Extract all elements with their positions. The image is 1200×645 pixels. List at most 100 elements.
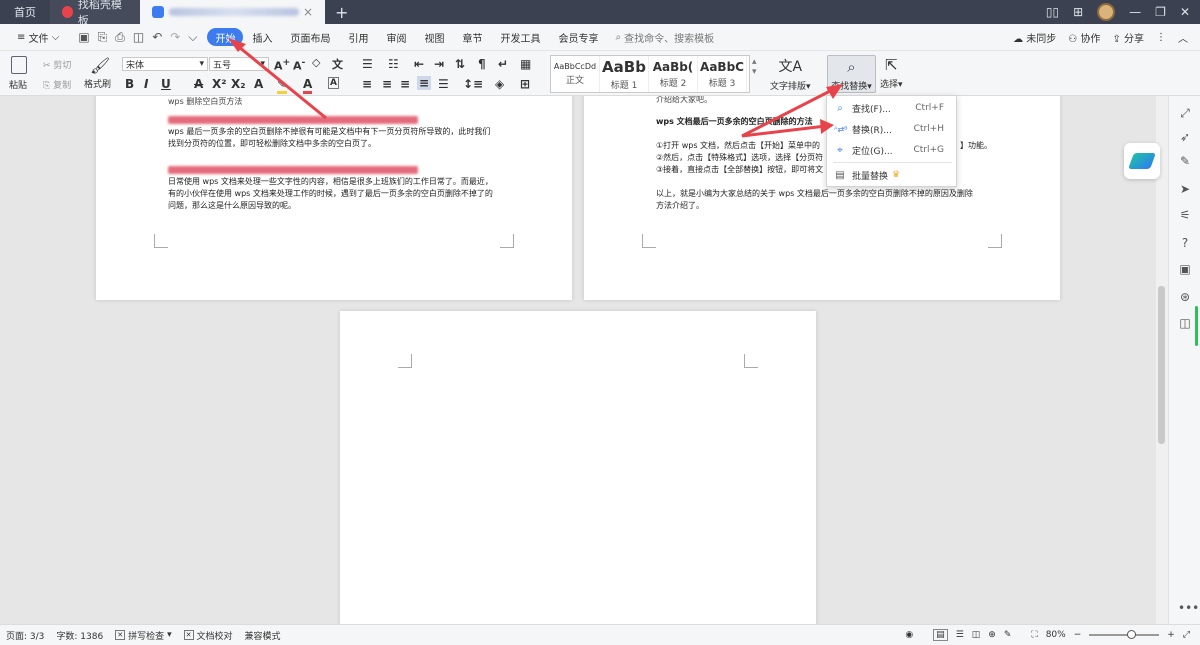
zoom-slider-knob[interactable]: [1127, 630, 1137, 639]
layout-icon[interactable]: ▯▯: [1046, 5, 1059, 19]
align-left-icon[interactable]: ≡: [362, 77, 372, 91]
book-icon[interactable]: ◫: [1178, 316, 1192, 330]
word-count[interactable]: 字数: 1386: [50, 629, 109, 642]
shading-icon[interactable]: ◈: [495, 77, 504, 91]
eye-protection-icon[interactable]: ◉: [905, 630, 913, 640]
underline-icon[interactable]: U: [161, 77, 171, 91]
fit-page-icon[interactable]: ⛶: [1031, 630, 1037, 640]
menu-item-batch-replace[interactable]: ▤ 批量替换 ♛: [827, 165, 958, 185]
print-icon[interactable]: ⎙: [115, 30, 125, 45]
save-icon[interactable]: ▣: [78, 30, 89, 45]
text-layout-button[interactable]: 文A 文字排版▾: [770, 56, 811, 92]
settings-sliders-icon[interactable]: ⚟: [1178, 208, 1192, 222]
tab-review[interactable]: 审阅: [377, 28, 415, 46]
paste-button[interactable]: 粘贴: [9, 56, 27, 91]
styles-scroll[interactable]: ▴ ▾: [752, 57, 757, 77]
bullet-list-icon[interactable]: ☰: [362, 57, 373, 71]
style-heading-1[interactable]: AaBb 标题 1: [600, 56, 649, 92]
clear-format-icon[interactable]: ◇: [312, 56, 320, 69]
char-border-icon[interactable]: A: [328, 77, 339, 89]
tab-section[interactable]: 章节: [453, 28, 491, 46]
bold-icon[interactable]: B: [125, 77, 134, 91]
rocket-icon[interactable]: ➶: [1178, 130, 1192, 144]
outline-view-icon[interactable]: ☰: [956, 630, 964, 640]
restore-icon[interactable]: ❐: [1155, 5, 1166, 19]
phonetic-icon[interactable]: 文: [332, 56, 343, 72]
style-normal[interactable]: AaBbCcDd 正文: [551, 56, 600, 92]
edit-icon[interactable]: ✎: [1178, 154, 1192, 168]
collaborate-button[interactable]: ⚇ 协作: [1068, 30, 1100, 45]
command-search[interactable]: ⌕ 查找命令、搜索模板: [615, 30, 714, 45]
collapse-ribbon-icon[interactable]: ︿: [1178, 30, 1188, 45]
italic-icon[interactable]: I: [144, 77, 148, 91]
page-indicator[interactable]: 页面: 3/3: [0, 629, 50, 642]
more-icon[interactable]: ⋮: [1156, 32, 1166, 43]
image-edit-icon[interactable]: ▣: [1178, 262, 1192, 276]
fullscreen-icon[interactable]: ⤢: [1183, 630, 1190, 640]
style-heading-2[interactable]: AaBb( 标题 2: [649, 56, 698, 92]
page-1[interactable]: wps 删除空白页方法 wps 最后一页多余的空白页删除不掉很有可能是文档中有下…: [96, 96, 572, 300]
strikethrough-icon[interactable]: A: [194, 77, 203, 91]
line-spacing-icon[interactable]: ↕≡: [463, 77, 483, 91]
sort-icon[interactable]: ⇅: [455, 57, 465, 71]
line-break-icon[interactable]: ↵: [498, 57, 508, 71]
justify-icon[interactable]: ≡: [417, 76, 432, 90]
zoom-slider[interactable]: [1089, 630, 1160, 639]
borders-icon[interactable]: ⊞: [520, 77, 530, 91]
show-marks-icon[interactable]: ¶: [478, 57, 486, 71]
minimize-icon[interactable]: —: [1129, 5, 1141, 19]
tab-insert[interactable]: 插入: [243, 28, 281, 46]
highlight-icon[interactable]: ✎: [277, 77, 288, 94]
tab-close-icon[interactable]: ×: [303, 5, 313, 19]
document-area[interactable]: wps 删除空白页方法 wps 最后一页多余的空白页删除不掉很有可能是文档中有下…: [0, 96, 1168, 624]
style-heading-3[interactable]: AaBbC 标题 3: [698, 56, 747, 92]
tab-document[interactable]: ×: [140, 0, 325, 24]
text-effect-icon[interactable]: A: [254, 77, 263, 91]
font-size-select[interactable]: 五号 ▾: [209, 57, 269, 71]
scrollbar-thumb[interactable]: [1158, 286, 1165, 444]
share-button[interactable]: ⇪ 分享: [1112, 30, 1144, 45]
find-replace-button[interactable]: ⌕ 查找替换▾: [827, 55, 876, 93]
write-view-icon[interactable]: ✎: [1004, 630, 1012, 640]
page-view-icon[interactable]: ▤: [933, 629, 948, 641]
location-icon[interactable]: ⊛: [1178, 290, 1192, 304]
reading-view-icon[interactable]: ◫: [972, 630, 981, 640]
sync-button[interactable]: ☁ 未同步: [1013, 30, 1056, 45]
tab-page-layout[interactable]: 页面布局: [281, 28, 339, 46]
undo-icon[interactable]: ↶: [152, 30, 162, 45]
shrink-font-icon[interactable]: A-: [293, 57, 305, 73]
superscript-icon[interactable]: X²: [212, 77, 227, 91]
more-horizontal-icon[interactable]: •••: [1178, 601, 1199, 615]
tab-view[interactable]: 视图: [415, 28, 453, 46]
zoom-in-icon[interactable]: +: [1167, 630, 1175, 640]
select-button[interactable]: ⇱ 选择▾: [880, 56, 903, 90]
avatar[interactable]: [1097, 3, 1116, 21]
export-pdf-icon[interactable]: ⎘: [98, 30, 108, 45]
distributed-icon[interactable]: ☰: [438, 77, 449, 91]
subscript-icon[interactable]: X₂: [231, 77, 246, 91]
format-painter-button[interactable]: 🖌 格式刷: [84, 56, 111, 90]
tab-start[interactable]: 开始: [207, 28, 244, 46]
spellcheck-button[interactable]: ✕ 拼写检查 ▾: [109, 629, 177, 642]
close-window-icon[interactable]: ✕: [1180, 5, 1190, 19]
font-color-icon[interactable]: A: [303, 77, 313, 94]
menu-item-goto[interactable]: ⌖ 定位(G)... Ctrl+G: [827, 140, 958, 160]
expand-icon[interactable]: ⤢: [1178, 106, 1192, 120]
zoom-out-icon[interactable]: −: [1074, 630, 1082, 640]
new-tab-button[interactable]: +: [325, 0, 358, 24]
copy-button[interactable]: ⎘ 复制: [43, 78, 71, 91]
cut-button[interactable]: ✂ 剪切: [43, 58, 71, 71]
file-menu[interactable]: ≡ 文件 ⌵: [8, 28, 68, 46]
tab-references[interactable]: 引用: [339, 28, 377, 46]
redo-icon[interactable]: ↷: [170, 30, 180, 45]
proofread-button[interactable]: ✕ 文档校对: [178, 629, 239, 642]
help-icon[interactable]: ?: [1178, 236, 1192, 250]
page-3[interactable]: [340, 311, 816, 624]
pointer-icon[interactable]: ➤: [1178, 182, 1192, 196]
numbered-list-icon[interactable]: ☷: [388, 57, 399, 71]
customize-icon[interactable]: ⌵: [188, 30, 197, 45]
font-name-select[interactable]: 宋体 ▾: [122, 57, 208, 71]
align-center-icon[interactable]: ≡: [382, 77, 392, 91]
page-2[interactable]: 介绍给大家吧。 wps 文档最后一页多余的空白页删除的方法 ①打开 wps 文档…: [584, 96, 1060, 300]
grow-font-icon[interactable]: A+: [274, 57, 290, 73]
